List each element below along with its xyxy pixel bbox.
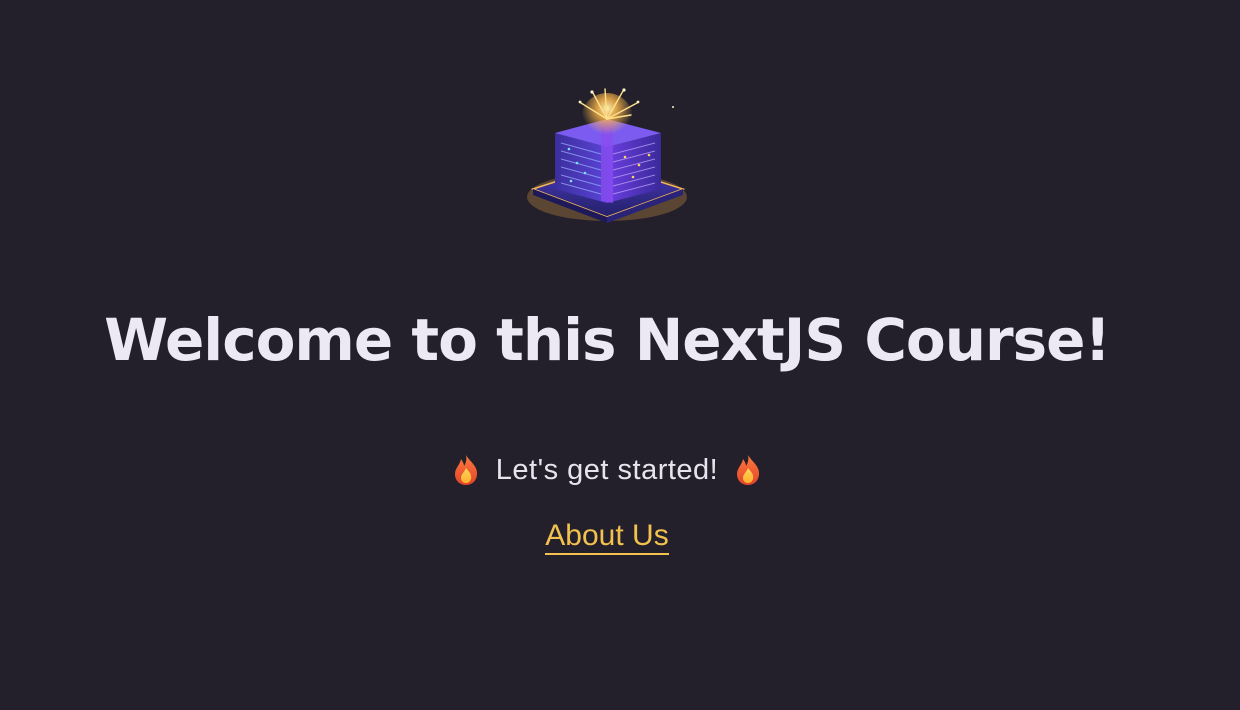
- about-us-link[interactable]: About Us: [545, 519, 669, 555]
- tagline: Let's get started!: [0, 448, 1214, 492]
- fire-icon: [737, 455, 760, 485]
- about-link-container: About Us: [0, 516, 1214, 556]
- fire-icon: [454, 455, 477, 485]
- tagline-text: Let's get started!: [495, 453, 719, 486]
- server-gift-icon: [527, 88, 687, 223]
- page-title: Welcome to this NextJS Course!: [104, 306, 1111, 374]
